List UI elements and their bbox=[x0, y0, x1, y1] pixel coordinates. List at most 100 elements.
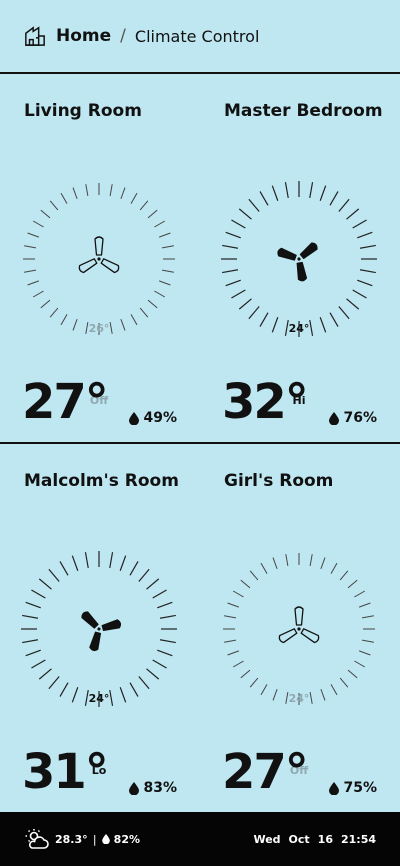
dial-tick bbox=[338, 198, 350, 212]
dial-tick bbox=[27, 280, 40, 286]
room-card-malcolms-room[interactable]: Malcolm's Room 24° Lo 31° 83% bbox=[0, 444, 200, 812]
dial-tick bbox=[357, 231, 373, 239]
home-icon[interactable] bbox=[24, 25, 46, 47]
room-name: Master Bedroom bbox=[224, 101, 383, 121]
current-temperature: 27° bbox=[222, 744, 309, 800]
dial-tick bbox=[154, 290, 166, 298]
fan-blade bbox=[101, 619, 122, 632]
dial-tick bbox=[159, 614, 176, 619]
dial-tick bbox=[339, 570, 349, 581]
fan-blade bbox=[81, 611, 99, 629]
dial-tick bbox=[139, 307, 149, 318]
humidity-drop-icon bbox=[329, 411, 340, 425]
dial-tick bbox=[260, 562, 268, 574]
partly-cloudy-icon bbox=[25, 829, 49, 849]
fan-dial[interactable]: 24° Off bbox=[219, 549, 379, 777]
dial-tick bbox=[139, 200, 149, 211]
dial-tick bbox=[240, 669, 251, 679]
humidity-drop-icon bbox=[129, 781, 140, 795]
humidity-value: 76% bbox=[343, 410, 377, 426]
dial-tick bbox=[346, 298, 360, 310]
fan-blade bbox=[294, 606, 304, 626]
fan-blade bbox=[300, 628, 320, 644]
fan-blade bbox=[89, 631, 102, 652]
fan-hub bbox=[97, 627, 101, 631]
humidity-drop-icon bbox=[129, 411, 140, 425]
fan-dial[interactable]: 24° Hi bbox=[219, 179, 379, 407]
dial-tick bbox=[157, 601, 173, 609]
dial-tick bbox=[358, 602, 371, 608]
breadcrumb-current-page: Climate Control bbox=[134, 26, 260, 46]
dial-tick bbox=[129, 561, 139, 576]
top-bar: Home / Climate Control bbox=[0, 0, 400, 74]
dial-tick bbox=[38, 578, 52, 590]
day-of-month: 16 bbox=[317, 832, 333, 846]
humidity: 76% bbox=[329, 410, 377, 426]
date-time: Wed Oct 16 21:54 bbox=[253, 833, 376, 846]
dial-tick bbox=[238, 208, 252, 220]
dial-tick bbox=[231, 219, 246, 229]
dial-tick bbox=[249, 570, 259, 581]
dial-tick bbox=[32, 290, 44, 298]
dial-tick bbox=[22, 614, 39, 619]
dial-tick bbox=[48, 676, 60, 690]
fan-blade bbox=[94, 236, 104, 256]
weekday: Wed bbox=[253, 832, 281, 846]
footer-separator: | bbox=[92, 832, 97, 846]
dial-tick bbox=[248, 198, 260, 212]
dial-tick bbox=[232, 660, 244, 668]
dial-tick bbox=[161, 269, 174, 273]
dial-tick bbox=[24, 269, 37, 273]
set-temperature: 24° bbox=[88, 692, 110, 705]
dial-tick bbox=[71, 555, 79, 571]
room-card-living-room[interactable]: Living Room 26° Off 27° 49% bbox=[0, 74, 200, 442]
dial-tick bbox=[85, 184, 89, 197]
dial-tick bbox=[357, 279, 373, 287]
dial-tick bbox=[158, 280, 171, 286]
month: Oct bbox=[288, 832, 310, 846]
room-card-girls-room[interactable]: Girl's Room 24° Off 27° 75% bbox=[200, 444, 400, 812]
dial-tick bbox=[320, 557, 326, 570]
set-temperature: 24° bbox=[288, 322, 310, 335]
dial-tick bbox=[224, 639, 237, 643]
dial-tick bbox=[157, 649, 173, 657]
dial-tick bbox=[309, 182, 314, 199]
fan-blade bbox=[278, 628, 298, 644]
dial-tick bbox=[120, 187, 126, 200]
outdoor-temperature: 28.3° bbox=[55, 832, 88, 846]
breadcrumb-separator: / bbox=[120, 26, 126, 46]
dial-tick bbox=[285, 554, 289, 567]
dial-tick bbox=[25, 601, 41, 609]
breadcrumb-home[interactable]: Home bbox=[56, 26, 111, 46]
fan-icon bbox=[278, 606, 320, 644]
dial-tick bbox=[32, 220, 44, 228]
dial-tick bbox=[59, 561, 69, 576]
room-name: Malcolm's Room bbox=[24, 471, 179, 491]
humidity-value: 83% bbox=[143, 780, 177, 796]
dial-tick bbox=[225, 279, 241, 287]
fan-blade bbox=[100, 258, 120, 274]
dial-tick bbox=[309, 554, 313, 567]
humidity-value: 75% bbox=[343, 780, 377, 796]
dial-tick bbox=[109, 184, 113, 197]
dial-tick bbox=[284, 182, 289, 199]
dial-tick bbox=[222, 269, 239, 274]
dial-tick bbox=[339, 677, 349, 688]
humidity-value: 49% bbox=[143, 410, 177, 426]
dial-tick bbox=[359, 269, 376, 274]
dial-tick bbox=[49, 307, 59, 318]
dial-tick bbox=[49, 200, 59, 211]
room-name: Living Room bbox=[24, 101, 142, 121]
dial-tick bbox=[158, 232, 171, 238]
dial-tick bbox=[146, 578, 160, 590]
dial-tick bbox=[227, 650, 240, 656]
fan-dial[interactable]: 24° Lo bbox=[19, 549, 179, 777]
clock-time: 21:54 bbox=[340, 832, 376, 846]
dial-tick bbox=[227, 602, 240, 608]
humidity: 49% bbox=[129, 410, 177, 426]
dial-tick bbox=[31, 589, 46, 599]
dial-tick bbox=[72, 187, 78, 200]
fan-blade bbox=[277, 247, 297, 261]
room-card-master-bedroom[interactable]: Master Bedroom 24° Hi 32° 76% bbox=[200, 74, 400, 442]
fan-dial[interactable]: 26° Off bbox=[19, 179, 179, 407]
